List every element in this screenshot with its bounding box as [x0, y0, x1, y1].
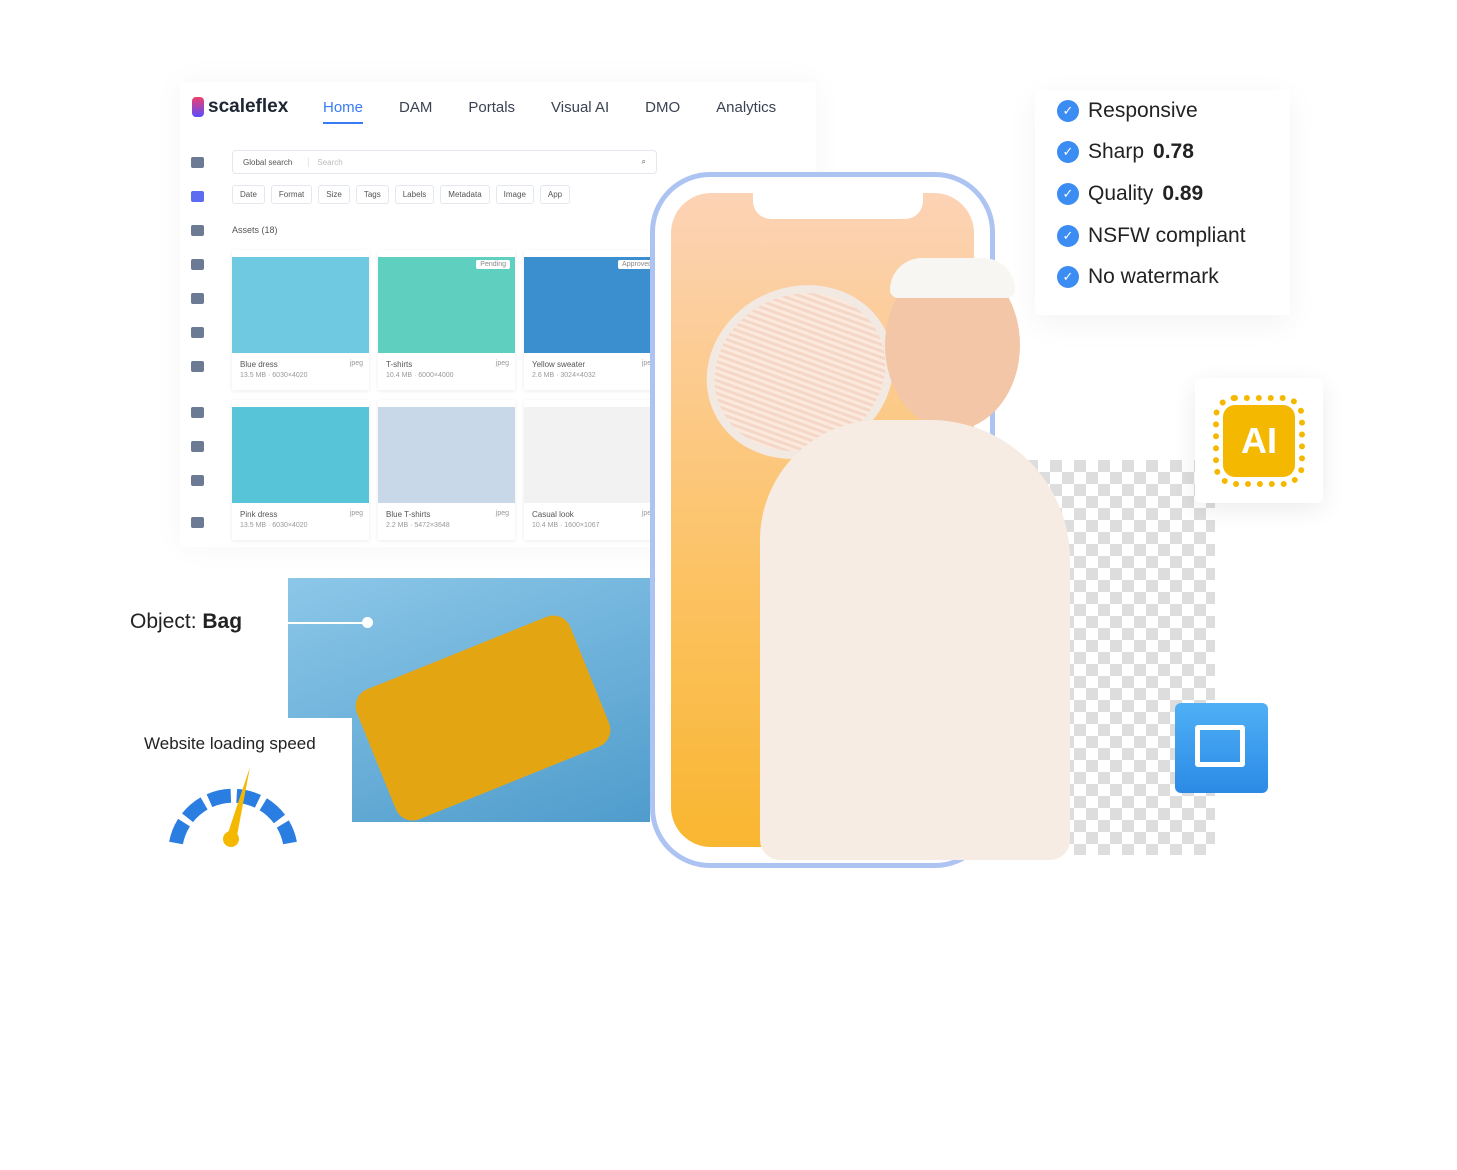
object-pointer-dot: [362, 617, 373, 628]
asset-title: Pink dress: [240, 510, 278, 519]
filter-bar: Date Format Size Tags Labels Metadata Im…: [232, 185, 571, 204]
cube-icon[interactable]: [191, 327, 204, 338]
collapse-icon[interactable]: [191, 157, 204, 168]
search-bar[interactable]: Global search Search ⌕: [232, 150, 657, 174]
ai-card: AI: [1195, 378, 1323, 503]
filter-metadata[interactable]: Metadata: [440, 185, 490, 204]
asset-card[interactable]: Blue T-shirts jpeg 2.2 MB · 5472×3648: [378, 400, 515, 540]
asset-title: Casual look: [532, 510, 574, 519]
trash-icon[interactable]: [191, 517, 204, 528]
asset-meta: 10.4 MB · 1600×1067: [532, 522, 600, 529]
top-nav: Home DAM Portals Visual AI DMO Analytics: [323, 99, 776, 124]
player-sweater: [760, 420, 1070, 860]
crop-frame: [1195, 725, 1245, 767]
heart-icon[interactable]: [191, 361, 204, 372]
search-scope-dropdown[interactable]: Global search: [243, 158, 292, 167]
check-responsive: ✓ Responsive: [1035, 90, 1290, 132]
filter-date[interactable]: Date: [232, 185, 265, 204]
asset-format: jpeg: [495, 360, 509, 367]
nav-dmo[interactable]: DMO: [645, 99, 680, 124]
asset-format: jpeg: [349, 510, 363, 517]
asset-thumbnail: [378, 257, 515, 353]
logo-icon: [192, 97, 204, 117]
asset-title: Yellow sweater: [532, 360, 586, 369]
object-pointer-line: [288, 622, 368, 624]
list-icon[interactable]: [191, 475, 204, 486]
assets-icon[interactable]: [191, 191, 204, 202]
filter-tags[interactable]: Tags: [355, 185, 389, 204]
nav-dam[interactable]: DAM: [399, 99, 432, 124]
filter-labels[interactable]: Labels: [394, 185, 435, 204]
check-watermark: ✓ No watermark: [1035, 256, 1290, 298]
ai-chip-icon: AI: [1213, 395, 1305, 487]
asset-meta: 2.6 MB · 3024×4032: [532, 372, 596, 379]
bookmark-icon[interactable]: [191, 259, 204, 270]
asset-card[interactable]: Pending T-shirts jpeg 10.4 MB · 6000×400…: [378, 250, 515, 390]
nav-portals[interactable]: Portals: [468, 99, 515, 124]
object-label: Object: Bag: [130, 610, 243, 633]
asset-card[interactable]: Pink dress jpeg 13.5 MB · 6030×4020: [232, 400, 369, 540]
asset-format: jpeg: [349, 360, 363, 367]
check-sharp: ✓ Sharp 0.78: [1035, 132, 1290, 174]
speedometer-icon: [169, 767, 297, 847]
asset-card[interactable]: Casual look jpeg 10.4 MB · 1600×1067: [524, 400, 661, 540]
asset-meta: 13.5 MB · 6030×4020: [240, 522, 308, 529]
check-icon: ✓: [1057, 266, 1079, 289]
assets-count: Assets (18): [232, 225, 278, 235]
speed-card: Website loading speed: [128, 718, 352, 863]
phone-notch: [753, 193, 923, 219]
asset-meta: 2.2 MB · 5472×3648: [386, 522, 450, 529]
quality-checklist: ✓ Responsive ✓ Sharp 0.78 ✓ Quality 0.89 ✓ N…: [1035, 90, 1290, 315]
asset-title: Blue dress: [240, 360, 278, 369]
asset-meta: 13.5 MB · 6030×4020: [240, 372, 308, 379]
upload-icon[interactable]: [191, 441, 204, 452]
share-icon[interactable]: [191, 407, 204, 418]
check-icon: ✓: [1057, 141, 1079, 164]
filter-size[interactable]: Size: [318, 185, 350, 204]
check-icon: ✓: [1057, 99, 1079, 122]
check-nsfw: ✓ NSFW compliant: [1035, 215, 1290, 257]
asset-card[interactable]: Blue dress jpeg 13.5 MB · 6030×4020: [232, 250, 369, 390]
speed-label: Website loading speed: [144, 734, 316, 753]
headband: [890, 258, 1015, 298]
bag-shape: [350, 610, 616, 826]
search-icon[interactable]: ⌕: [642, 157, 646, 167]
asset-thumbnail: [232, 257, 369, 353]
asset-thumbnail: [524, 407, 661, 503]
asset-thumbnail: [378, 407, 515, 503]
folder-icon[interactable]: [191, 225, 204, 236]
asset-title: Blue T-shirts: [386, 510, 431, 519]
search-input[interactable]: Search: [308, 157, 343, 167]
filter-image[interactable]: Image: [495, 185, 534, 204]
asset-format: jpeg: [495, 510, 509, 517]
asset-meta: 10.4 MB · 6000×4000: [386, 372, 454, 379]
asset-card[interactable]: Approved Yellow sweater jpeg 2.6 MB · 30…: [524, 250, 661, 390]
status-badge: Pending: [476, 260, 510, 269]
nav-home[interactable]: Home: [323, 99, 364, 124]
nav-analytics[interactable]: Analytics: [716, 99, 776, 124]
crop-image-icon: [1175, 703, 1268, 793]
nav-visual-ai[interactable]: Visual AI: [551, 99, 609, 124]
asset-thumbnail: [232, 407, 369, 503]
logo: scaleflex: [192, 96, 288, 118]
asset-thumbnail: [524, 257, 661, 353]
tennis-player-photo: [720, 250, 1140, 860]
filter-app[interactable]: App: [539, 185, 571, 204]
asset-title: T-shirts: [386, 360, 413, 369]
tag-icon[interactable]: [191, 293, 204, 304]
filter-format[interactable]: Format: [270, 185, 313, 204]
check-icon: ✓: [1057, 182, 1079, 205]
check-icon: ✓: [1057, 224, 1079, 247]
check-quality: ✓ Quality 0.89: [1035, 173, 1290, 215]
